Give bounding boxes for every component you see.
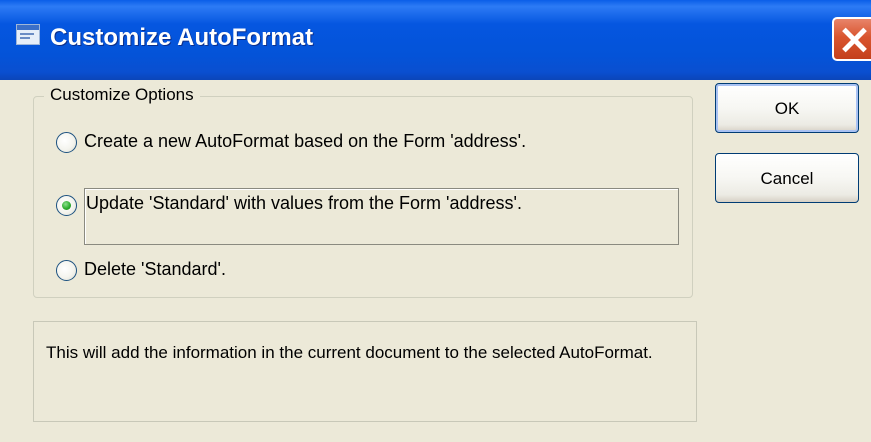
option-label[interactable]: Create a new AutoFormat based on the For… xyxy=(84,130,526,152)
group-legend: Customize Options xyxy=(44,84,200,106)
radio-delete-standard[interactable] xyxy=(56,260,77,281)
title-bar[interactable]: Customize AutoFormat xyxy=(0,0,871,80)
description-box xyxy=(33,321,697,422)
radio-selected-dot xyxy=(62,201,71,210)
cancel-button[interactable]: Cancel xyxy=(715,153,859,203)
ok-button[interactable]: OK xyxy=(715,83,859,133)
option-label[interactable]: Update 'Standard' with values from the F… xyxy=(86,192,522,214)
option-label[interactable]: Delete 'Standard'. xyxy=(84,258,226,280)
radio-update-standard[interactable] xyxy=(56,195,77,216)
window-title: Customize AutoFormat xyxy=(50,24,314,51)
customize-autoformat-dialog: Customize AutoFormat Customize Options C… xyxy=(0,0,871,442)
close-button[interactable] xyxy=(832,17,871,61)
form-icon xyxy=(16,24,40,45)
description-text: This will add the information in the cur… xyxy=(46,343,653,362)
radio-create-new[interactable] xyxy=(56,132,77,153)
